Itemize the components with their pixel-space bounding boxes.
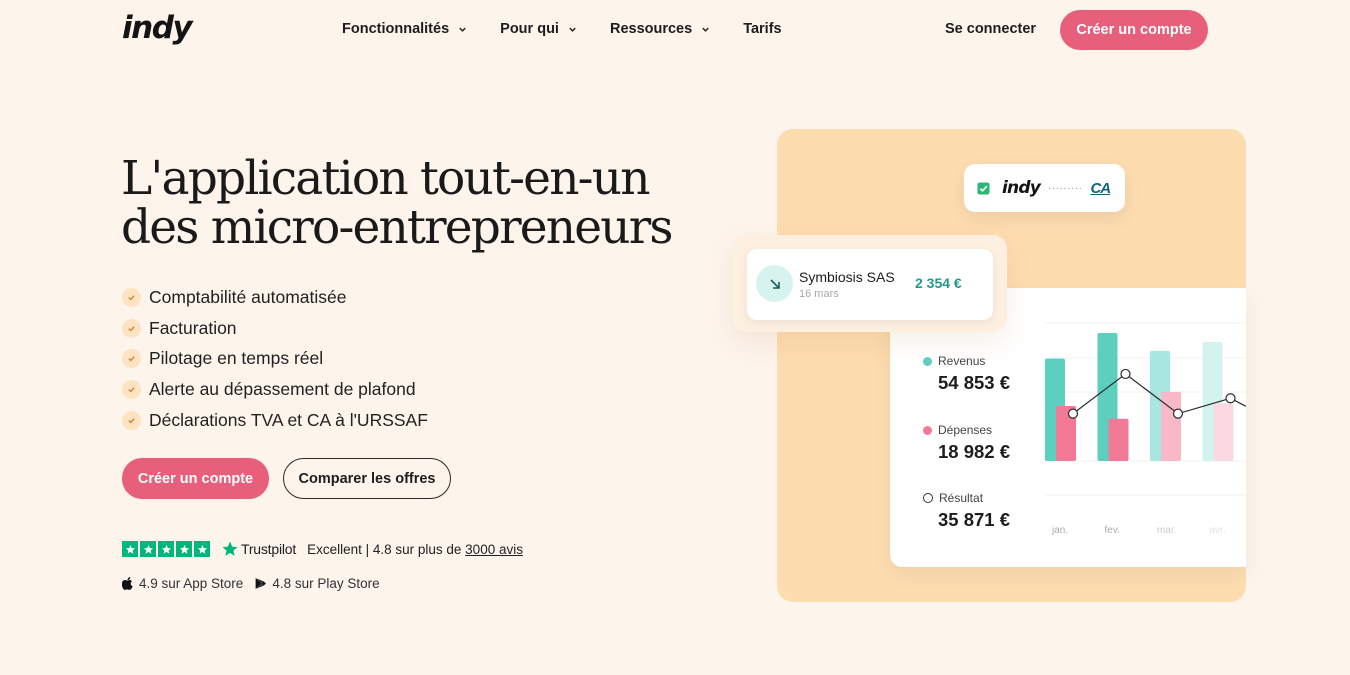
check-icon <box>122 287 141 307</box>
feature-item: Pilotage en temps réel <box>122 344 428 375</box>
month-label: avr. <box>1210 525 1226 536</box>
play-store-rating[interactable]: 4.8 sur Play Store <box>254 576 380 591</box>
month-label: mar. <box>1157 525 1176 536</box>
feature-item: Alerte au dépassement de plafond <box>122 374 428 405</box>
feature-label: Pilotage en temps réel <box>149 348 324 369</box>
transaction-date: 16 mars <box>799 288 839 300</box>
check-icon <box>122 318 141 338</box>
checkbox-checked-icon <box>977 181 990 195</box>
trustpilot-brand: Trustpilot <box>241 541 297 557</box>
nav-label: Tarifs <box>743 21 782 37</box>
star-icon <box>140 541 156 557</box>
chevron-down-icon <box>569 27 576 32</box>
trustpilot-star-icon <box>222 541 238 556</box>
page-title: L'application tout-en-un des micro-entre… <box>121 154 681 252</box>
feature-label: Comptabilité automatisée <box>149 286 347 307</box>
check-icon <box>122 380 141 400</box>
create-account-button[interactable]: Créer un compte <box>122 458 269 499</box>
indy-mini-logo: indy <box>1002 178 1041 198</box>
star-icon <box>194 541 210 557</box>
feature-list: Comptabilité automatisée Facturation Pil… <box>122 282 428 436</box>
main-nav: Fonctionnalités Pour qui Ressources Tari… <box>342 21 815 37</box>
reviews-link[interactable]: 3000 avis <box>465 542 523 557</box>
bank-connection-card: indy ········· CA <box>964 164 1125 212</box>
month-label: fev. <box>1105 525 1120 536</box>
feature-label: Facturation <box>149 317 237 338</box>
resultat-point <box>1067 408 1079 419</box>
app-store-rating[interactable]: 4.9 sur App Store <box>122 576 243 591</box>
signup-button[interactable]: Créer un compte <box>1060 10 1208 50</box>
rating-text: Excellent | 4.8 sur plus de 3000 avis <box>307 542 523 557</box>
google-play-icon <box>255 578 267 589</box>
resultat-point <box>1120 368 1131 380</box>
nav-pour-qui[interactable]: Pour qui <box>500 21 577 37</box>
check-icon <box>122 411 141 431</box>
transaction-name: Symbiosis SAS <box>799 269 895 285</box>
month-label: jan. <box>1051 525 1068 536</box>
transaction-card: Symbiosis SAS 16 mars 2 354 € <box>747 249 993 320</box>
compare-offers-button[interactable]: Comparer les offres <box>283 458 451 499</box>
check-icon <box>122 349 141 369</box>
trustpilot-logo[interactable]: Trustpilot <box>221 540 296 558</box>
star-icon <box>122 541 138 557</box>
rating-label: Excellent | 4.8 sur plus de <box>307 541 462 557</box>
depenses-bar <box>1161 391 1181 461</box>
apple-icon <box>122 577 133 590</box>
feature-item: Déclarations TVA et CA à l'URSSAF <box>122 405 428 436</box>
feature-item: Facturation <box>122 313 428 344</box>
title-line-2: des micro-entrepreneurs <box>121 200 674 255</box>
trustpilot-rating: Trustpilot Excellent | 4.8 sur plus de 3… <box>122 540 523 558</box>
indy-logo[interactable]: indy <box>122 10 193 46</box>
depenses-bar <box>1108 418 1129 461</box>
login-link[interactable]: Se connecter <box>945 21 1036 37</box>
resultat-point <box>1225 393 1236 404</box>
feature-label: Alerte au dépassement de plafond <box>149 379 416 400</box>
trustpilot-stars <box>122 541 210 557</box>
nav-fonctionnalites[interactable]: Fonctionnalités <box>342 21 467 37</box>
nav-label: Ressources <box>609 21 693 37</box>
arrow-down-right-icon <box>756 265 793 302</box>
feature-item: Comptabilité automatisée <box>122 282 428 313</box>
connection-dots: ········· <box>1047 182 1083 194</box>
bank-logo: CA <box>1090 179 1111 197</box>
title-line-1: L'application tout-en-un <box>121 151 650 206</box>
app-store-label: 4.9 sur App Store <box>139 576 244 591</box>
chevron-down-icon <box>459 27 466 32</box>
depenses-bar <box>1213 403 1234 461</box>
transaction-amount: 2 354 € <box>915 275 962 291</box>
resultat-point <box>1172 408 1184 419</box>
nav-label: Pour qui <box>500 21 559 37</box>
chevron-down-icon <box>702 27 709 32</box>
star-icon <box>158 541 174 557</box>
nav-tarifs[interactable]: Tarifs <box>743 21 781 37</box>
store-ratings: 4.9 sur App Store 4.8 sur Play Store <box>122 576 391 591</box>
nav-ressources[interactable]: Ressources <box>610 21 710 37</box>
nav-label: Fonctionnalités <box>342 21 450 37</box>
star-icon <box>176 541 192 557</box>
play-store-label: 4.8 sur Play Store <box>272 576 380 591</box>
feature-label: Déclarations TVA et CA à l'URSSAF <box>149 410 428 431</box>
